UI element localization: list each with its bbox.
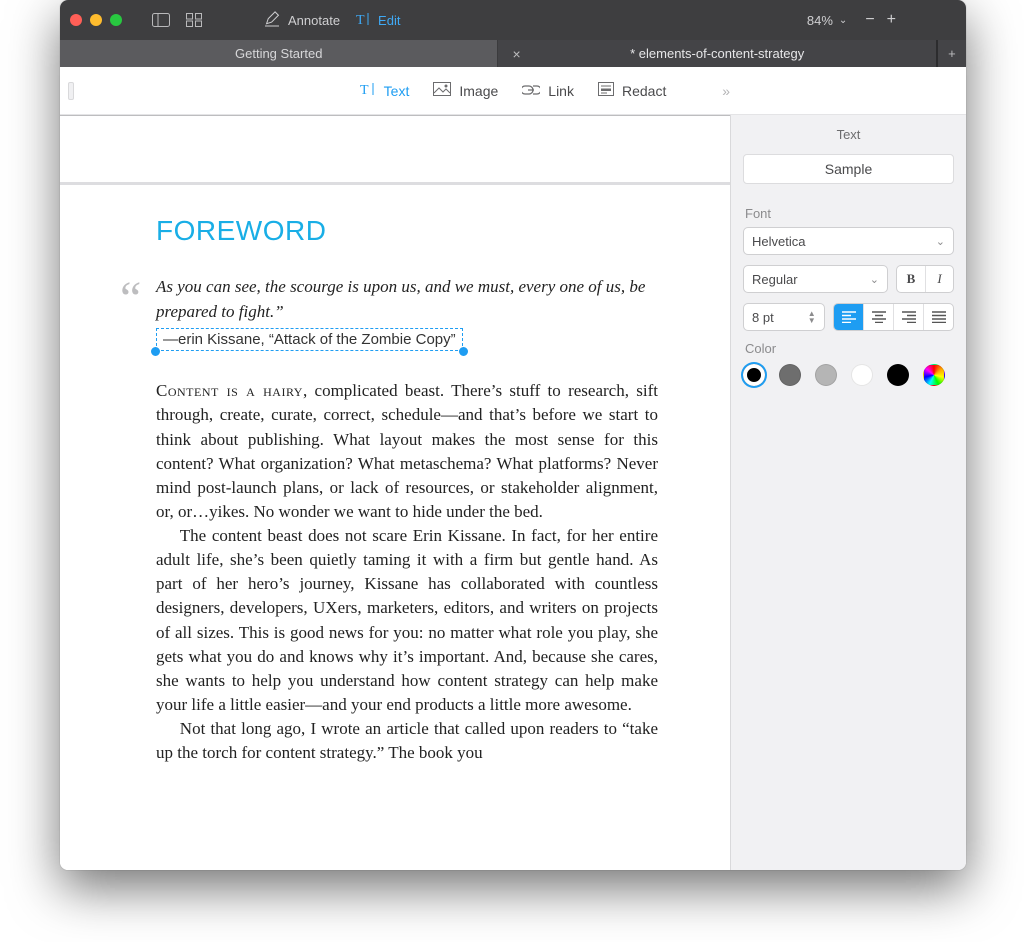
color-swatch-gray-dark[interactable] <box>779 364 801 386</box>
font-family-value: Helvetica <box>752 234 805 249</box>
color-swatch-white[interactable] <box>851 364 873 386</box>
quote-text[interactable]: As you can see, the scourge is upon us, … <box>156 275 658 324</box>
tab-label: * elements-of-content-strategy <box>630 46 804 61</box>
color-swatch-gray-light[interactable] <box>815 364 837 386</box>
new-tab-button[interactable]: + <box>937 40 966 67</box>
byline-dash: — <box>163 331 178 348</box>
close-window-button[interactable] <box>70 14 82 26</box>
font-section-label: Font <box>745 206 954 221</box>
chevron-down-icon: ⌄ <box>870 273 879 286</box>
font-style-select[interactable]: Regular ⌄ <box>743 265 888 293</box>
link-tool-label: Link <box>548 83 574 99</box>
selected-text-box[interactable]: —erin Kissane, “Attack of the Zombie Cop… <box>156 328 463 351</box>
zoom-in-button[interactable]: + <box>887 11 896 29</box>
tab-bar: Getting Started × * elements-of-content-… <box>60 40 966 67</box>
edit-mode-button[interactable]: T Edit <box>356 11 400 30</box>
link-tool-icon <box>522 83 540 99</box>
titlebar: Annotate T Edit 84% ⌄ − + <box>60 0 966 40</box>
para2: The content beast does not scare Erin Ki… <box>156 524 658 717</box>
edit-label: Edit <box>378 13 400 28</box>
align-left-button[interactable] <box>834 304 864 330</box>
para1-rest: , complicated beast. There’s stuff to re… <box>156 381 658 521</box>
annotate-mode-button[interactable]: Annotate <box>264 11 340 30</box>
tab-elements-of-content-strategy[interactable]: × * elements-of-content-strategy <box>498 40 936 67</box>
heading-foreword: FOREWORD <box>156 215 658 247</box>
inspector-panel: Text Sample Font Helvetica ⌄ Regular ⌄ B… <box>730 115 966 870</box>
tab-getting-started[interactable]: Getting Started <box>60 40 498 67</box>
svg-text:T: T <box>360 83 369 97</box>
quote-mark-icon: “ <box>120 271 141 326</box>
align-center-button[interactable] <box>863 304 893 330</box>
color-swatch-black-selected[interactable] <box>743 364 765 386</box>
app-window: Annotate T Edit 84% ⌄ − + Getting Starte… <box>60 0 966 870</box>
edit-tool-link[interactable]: Link <box>522 83 574 99</box>
sidebar-toggle-icon[interactable] <box>152 13 170 27</box>
tab-label: Getting Started <box>235 46 322 61</box>
close-tab-icon[interactable]: × <box>512 46 520 62</box>
color-swatch-black[interactable] <box>887 364 909 386</box>
byline-name: erin Kissane, <box>178 331 269 348</box>
chevron-down-icon: ⌄ <box>839 15 847 26</box>
font-family-select[interactable]: Helvetica ⌄ <box>743 227 954 255</box>
para1-lead: Content is a hairy <box>156 381 303 400</box>
annotate-label: Annotate <box>288 13 340 28</box>
grid-view-icon[interactable] <box>186 13 202 27</box>
align-justify-button[interactable] <box>923 304 953 330</box>
page-scrubber[interactable] <box>68 82 74 100</box>
minimize-window-button[interactable] <box>90 14 102 26</box>
bold-button[interactable]: B <box>897 266 925 292</box>
inspector-title: Text <box>743 127 954 142</box>
edit-tool-redact[interactable]: Redact <box>598 82 666 99</box>
align-right-button[interactable] <box>893 304 923 330</box>
zoom-value: 84% <box>807 13 833 28</box>
color-swatches <box>743 364 954 386</box>
edit-toolbar: T Text Image Link Redact » <box>60 67 966 115</box>
edit-tool-image[interactable]: Image <box>433 82 498 99</box>
selection-handle-right[interactable] <box>459 347 468 356</box>
body-text[interactable]: Content is a hairy, complicated beast. T… <box>156 379 658 765</box>
stepper-icon: ▲▼ <box>808 310 816 324</box>
edit-tool-text[interactable]: T Text <box>360 81 410 100</box>
zoom-window-button[interactable] <box>110 14 122 26</box>
redact-tool-icon <box>598 82 614 99</box>
text-tool-icon: T <box>360 81 376 100</box>
chevron-down-icon: ⌄ <box>936 235 945 248</box>
document-view[interactable]: FOREWORD “ As you can see, the scourge i… <box>60 115 730 870</box>
text-cursor-icon: T <box>356 11 370 30</box>
italic-button[interactable]: I <box>925 266 953 292</box>
bold-italic-group: B I <box>896 265 954 293</box>
window-controls <box>70 14 122 26</box>
zoom-dropdown[interactable]: 84% ⌄ <box>807 13 847 28</box>
font-style-value: Regular <box>752 272 798 287</box>
svg-text:T: T <box>356 13 365 27</box>
redact-tool-label: Redact <box>622 83 666 99</box>
content-area: FOREWORD “ As you can see, the scourge i… <box>60 115 966 870</box>
quote-block: “ As you can see, the scourge is upon us… <box>156 275 658 351</box>
color-swatch-multicolor[interactable] <box>923 364 945 386</box>
pencil-icon <box>264 11 280 30</box>
collapse-inspector-icon[interactable]: » <box>722 83 730 99</box>
document-page: FOREWORD “ As you can see, the scourge i… <box>68 195 730 870</box>
text-tool-label: Text <box>384 83 410 99</box>
font-size-select[interactable]: 8 pt ▲▼ <box>743 303 825 331</box>
image-tool-label: Image <box>459 83 498 99</box>
selection-handle-left[interactable] <box>151 347 160 356</box>
color-section-label: Color <box>745 341 954 356</box>
font-size-value: 8 pt <box>752 310 774 325</box>
text-align-group <box>833 303 954 331</box>
byline-work: “Attack of the Zombie Copy” <box>269 331 456 348</box>
page-gap <box>60 115 730 185</box>
image-tool-icon <box>433 82 451 99</box>
font-sample: Sample <box>743 154 954 184</box>
zoom-out-button[interactable]: − <box>865 11 874 29</box>
para3: Not that long ago, I wrote an article th… <box>156 717 658 765</box>
